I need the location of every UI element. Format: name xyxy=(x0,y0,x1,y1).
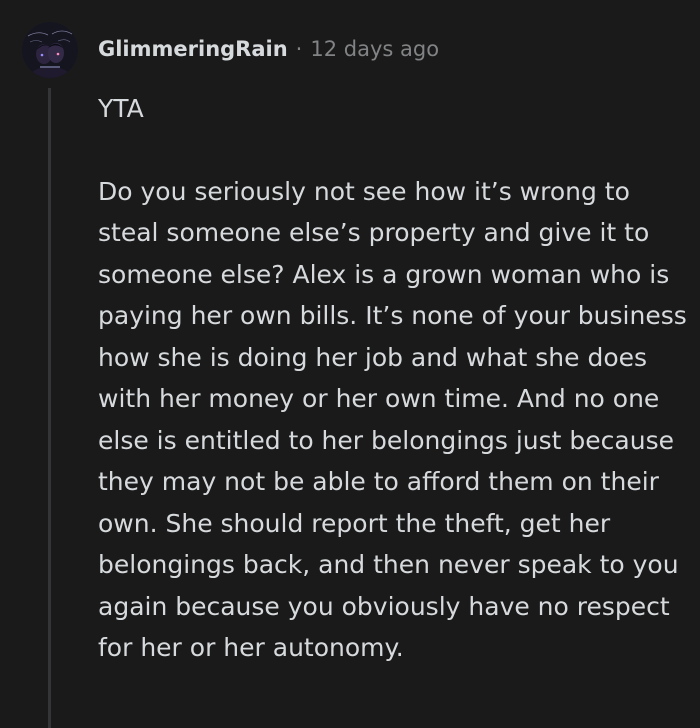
username-link[interactable]: GlimmeringRain xyxy=(98,37,288,61)
comment-meta: GlimmeringRain · 12 days ago xyxy=(98,33,439,65)
user-avatar-icon[interactable] xyxy=(22,22,78,78)
meta-separator: · xyxy=(295,37,303,61)
comment-paragraph: Do you seriously not see how it’s wrong … xyxy=(98,176,687,663)
comment: GlimmeringRain · 12 days ago YTA Do you … xyxy=(0,0,700,728)
thread-collapse-line[interactable] xyxy=(48,88,51,728)
comment-paragraph: YTA xyxy=(98,94,144,123)
comment-body: YTA Do you seriously not see how it’s wr… xyxy=(98,88,688,669)
comment-timestamp[interactable]: 12 days ago xyxy=(310,37,439,61)
